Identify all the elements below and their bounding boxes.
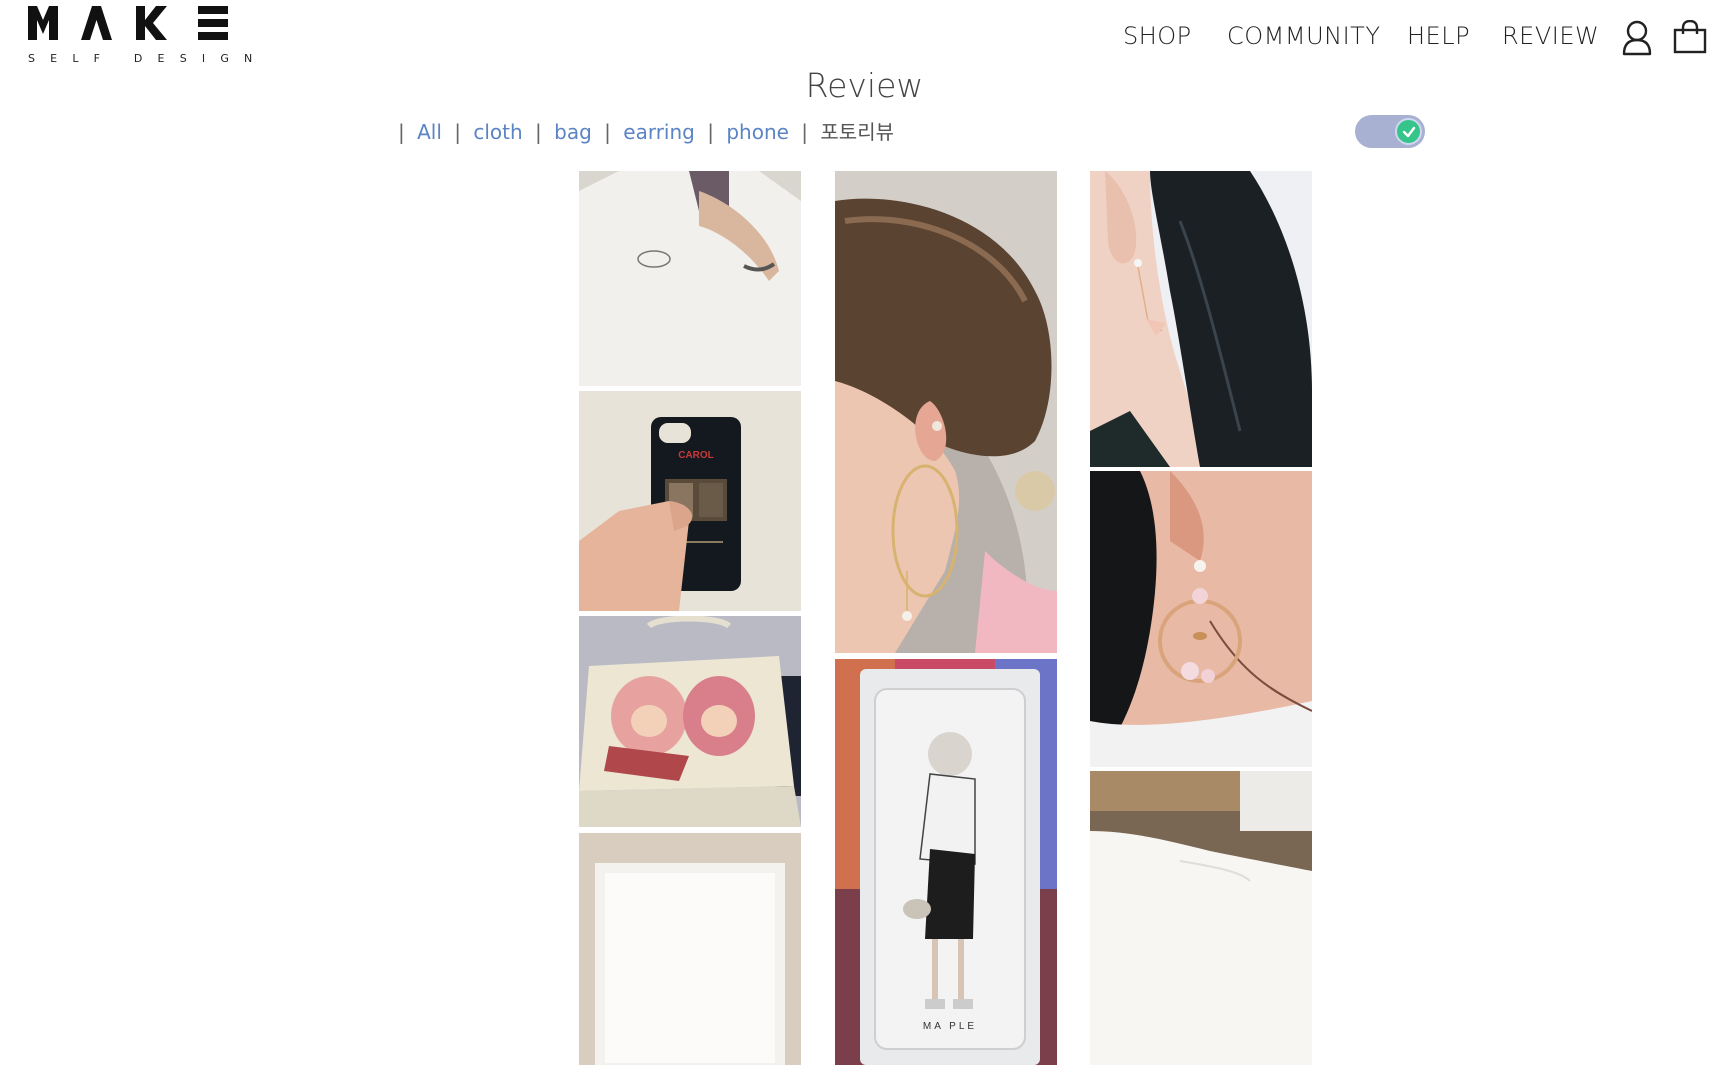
filter-separator: | [535,120,542,144]
review-photo-flower-earring[interactable] [1090,471,1312,767]
filter-separator: | [604,120,611,144]
case-print-text: CAROL [678,450,714,461]
filter-separator: | [398,120,405,144]
filter-phone[interactable]: phone [726,120,789,144]
page-title: Review [805,66,924,105]
category-filter: | All | cloth | bag | earring | phone | … [398,116,894,145]
shopping-bag-icon[interactable] [1673,19,1707,59]
filter-separator: | [707,120,714,144]
logo-mark [28,6,228,40]
filter-cloth[interactable]: cloth [473,120,522,144]
nav-community[interactable]: COMMUNITY [1227,22,1380,50]
case-brand-text: MA PLE [923,1021,977,1032]
nav-shop[interactable]: SHOP [1123,22,1192,50]
review-photo-tshirt-2[interactable] [1090,771,1312,1065]
check-icon [1402,126,1415,137]
review-photo-hoop-earring[interactable] [835,171,1057,653]
photo-review-toggle[interactable] [1355,115,1425,148]
review-photo-package[interactable] [579,833,801,1065]
filter-separator: | [454,120,462,144]
brand-logo[interactable]: SELF DESIGN [28,6,252,68]
logo-subtitle: SELF DESIGN [28,52,268,65]
review-photo-tote-bag[interactable] [579,616,801,827]
filter-all[interactable]: All [417,120,442,144]
nav-review[interactable]: REVIEW [1502,22,1599,50]
review-photo-tshirt[interactable] [579,171,801,386]
filter-earring[interactable]: earring [623,120,695,144]
filter-photo-review[interactable]: 포토리뷰 [820,120,894,144]
review-photo-clear-case[interactable]: MA PLE [835,659,1057,1065]
nav-help[interactable]: HELP [1407,22,1470,50]
filter-bag[interactable]: bag [554,120,592,144]
review-photo-phone-case[interactable]: CAROL [579,391,801,611]
review-photo-drop-earring[interactable] [1090,171,1312,467]
toggle-knob [1395,118,1422,145]
filter-separator: | [801,120,809,144]
user-icon[interactable] [1621,20,1653,61]
